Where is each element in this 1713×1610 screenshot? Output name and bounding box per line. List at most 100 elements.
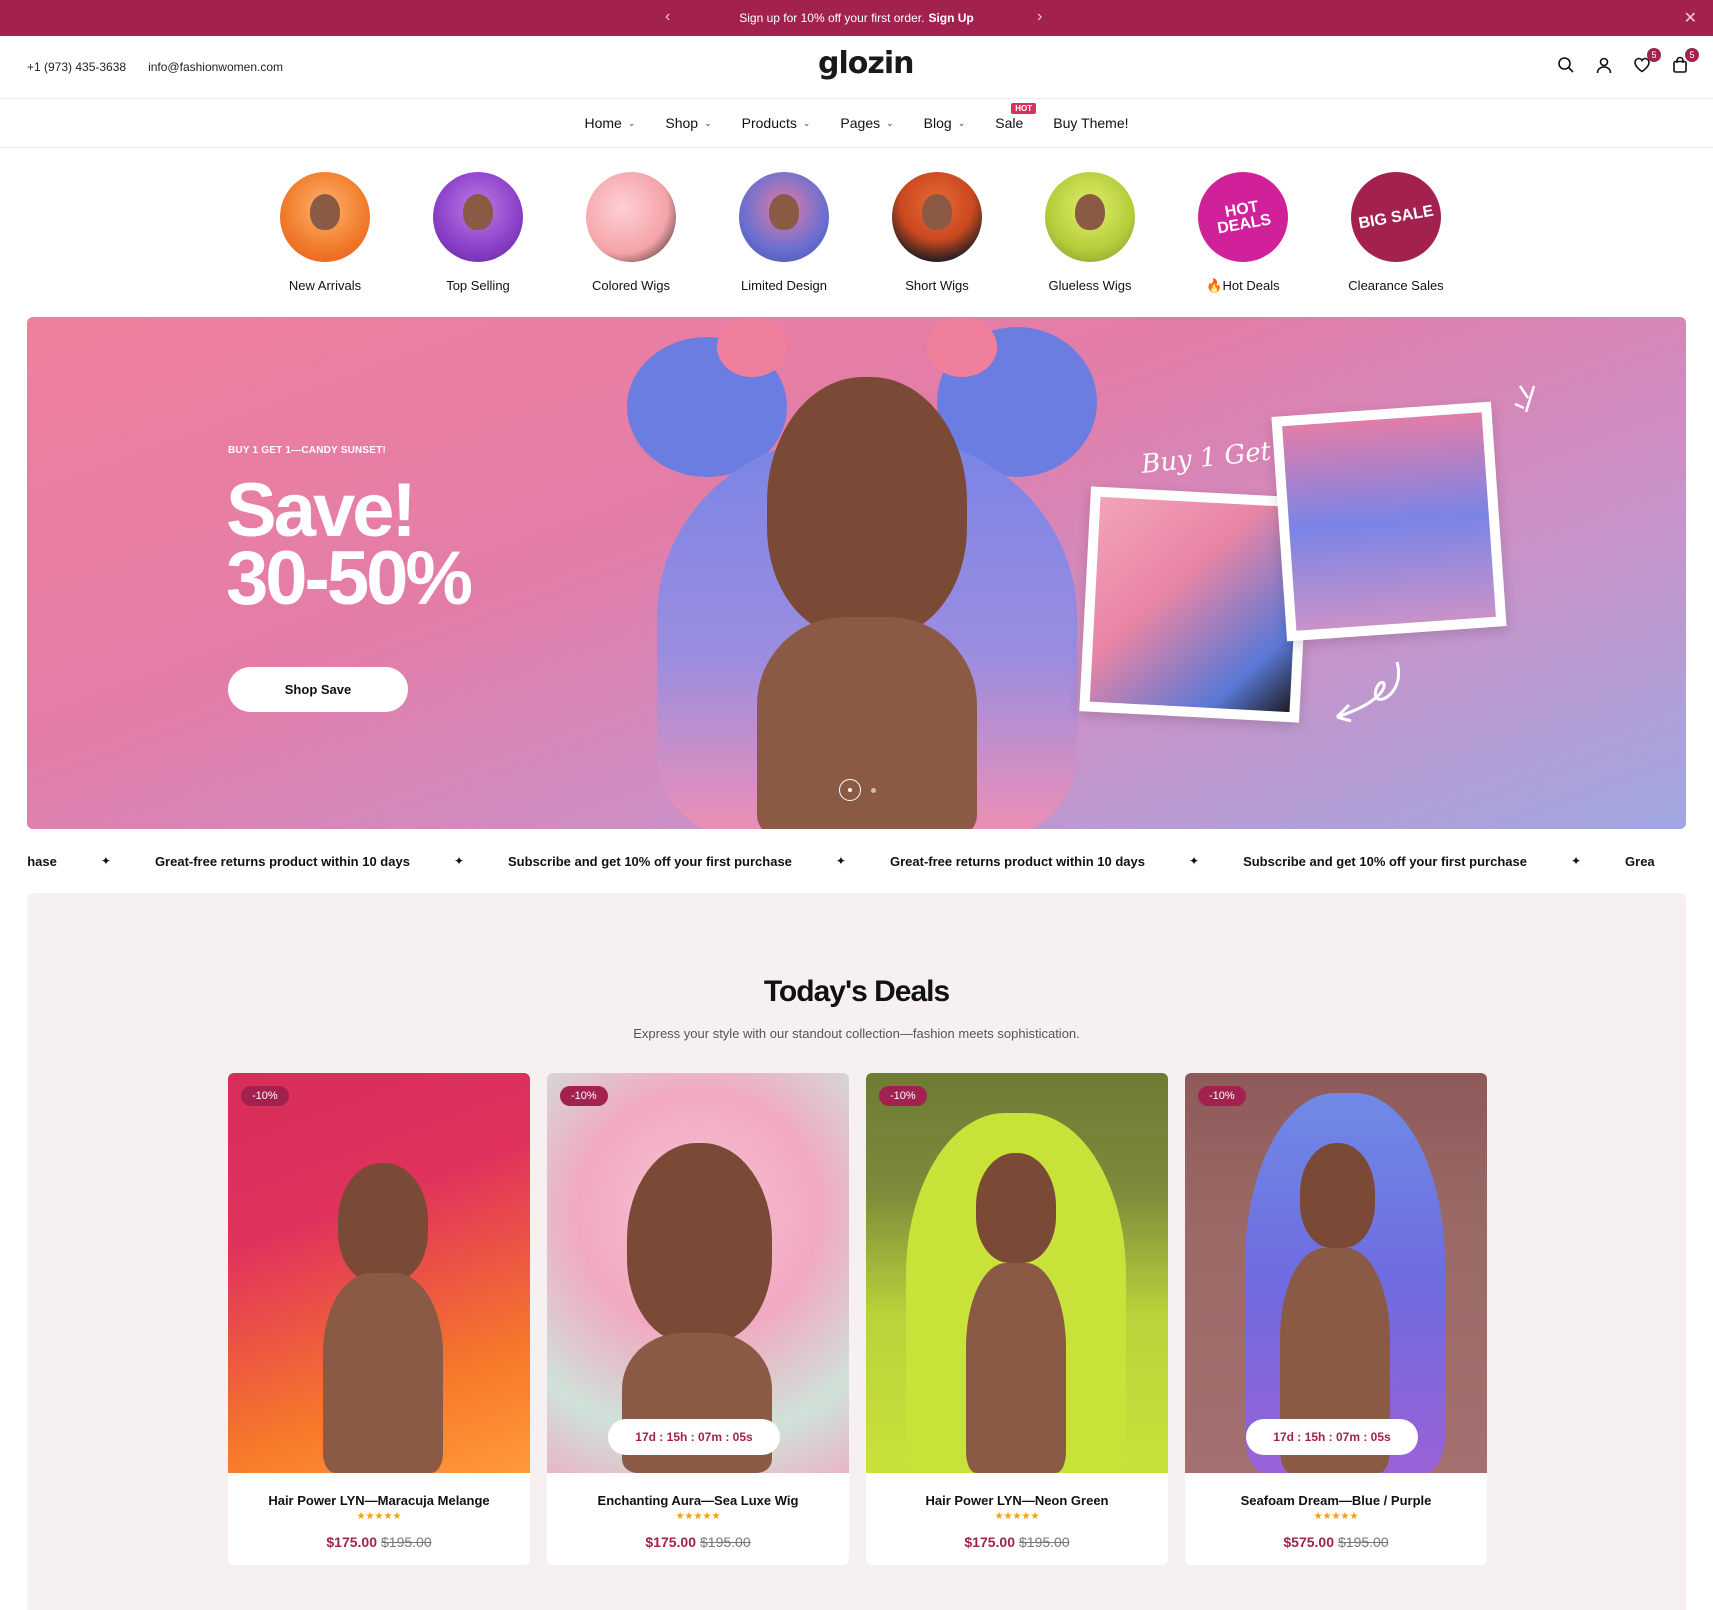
category-label: Top Selling (446, 278, 510, 293)
model-face (922, 194, 952, 230)
nav-item-pages[interactable]: Pages ⌄ (840, 115, 893, 131)
countdown-timer: 17d : 15h : 07m : 05s (1246, 1419, 1418, 1455)
rating-stars: ★★★★★ (994, 1511, 1040, 1522)
nav-label: Shop (665, 115, 699, 131)
nav-item-sale[interactable]: Sale HOT (995, 103, 1037, 131)
nav-item-products[interactable]: Products ⌄ (742, 115, 811, 131)
slider-dot-1[interactable] (839, 779, 861, 801)
product-image (228, 1073, 530, 1473)
product-image (1185, 1073, 1487, 1473)
chevron-left-icon[interactable]: ‹ (665, 8, 670, 26)
category-label: Glueless Wigs (1048, 278, 1132, 293)
nav-label: Products (741, 115, 797, 131)
site-header: +1 (973) 435-3638 info@fashionwomen.com … (0, 36, 1713, 99)
category-colored-wigs[interactable]: Colored Wigs (586, 172, 676, 294)
wishlist-icon[interactable]: 5 (1633, 48, 1661, 76)
product-card[interactable]: -10% Hair Power LYN—Neon Green ★★★★★ $17… (866, 1073, 1168, 1565)
account-icon[interactable] (1595, 56, 1615, 76)
star-icon: ✦ (453, 854, 465, 868)
nav-label: Home (584, 115, 622, 131)
announcement-text: Sign up for 10% off your first order. (739, 11, 925, 25)
star-icon: ✦ (1570, 854, 1582, 868)
product-price: $175.00 $195.00 (547, 1534, 849, 1550)
category-label: Short Wigs (905, 278, 969, 293)
product-name[interactable]: Hair Power LYN—Neon Green (866, 1493, 1168, 1508)
category-short-wigs[interactable]: Short Wigs (892, 172, 982, 294)
hero-model-image (597, 317, 1137, 829)
current-price: $175.00 (326, 1534, 377, 1550)
slider-dots (839, 779, 876, 801)
hero-headline: Save! 30-50% (226, 468, 473, 621)
shop-save-button[interactable]: Shop Save (228, 667, 408, 712)
hero-headline-line1: Save! (226, 468, 417, 553)
product-price: $175.00 $195.00 (866, 1534, 1168, 1550)
marquee-item: Great-free returns product within 10 day… (154, 853, 410, 869)
email-link[interactable]: info@fashionwomen.com (148, 60, 283, 74)
big-sale-badge: BIG SALE (1357, 202, 1435, 232)
model-face (769, 194, 799, 230)
promo-marquee: urchase ✦ Great-free returns product wit… (27, 843, 1686, 879)
category-row: New Arrivals Top Selling Colored Wigs Li… (280, 172, 1444, 294)
chevron-down-icon: ⌄ (957, 117, 966, 128)
signup-link[interactable]: Sign Up (928, 11, 973, 25)
category-label: Limited Design (741, 278, 827, 293)
product-price: $575.00 $195.00 (1185, 1534, 1487, 1550)
product-name[interactable]: Seafoam Dream—Blue / Purple (1185, 1493, 1487, 1508)
hot-badge: HOT (1011, 103, 1037, 114)
category-image (892, 172, 982, 262)
current-price: $575.00 (1283, 1534, 1334, 1550)
product-name[interactable]: Enchanting Aura—Sea Luxe Wig (547, 1493, 849, 1508)
product-card[interactable]: -10% Hair Power LYN—Maracuja Melange ★★★… (228, 1073, 530, 1565)
wishlist-badge: 5 (1647, 48, 1661, 62)
category-image: BIG SALE (1351, 172, 1441, 262)
contact-info: +1 (973) 435-3638 info@fashionwomen.com (27, 60, 283, 74)
category-label: Clearance Sales (1348, 278, 1444, 293)
product-image (547, 1073, 849, 1473)
category-clearance-sales[interactable]: BIG SALE Clearance Sales (1348, 172, 1444, 294)
hero-kicker: BUY 1 GET 1—CANDY SUNSET! (228, 445, 386, 456)
countdown-timer: 17d : 15h : 07m : 05s (608, 1419, 780, 1455)
hero-headline-line2: 30-50% (226, 536, 473, 621)
todays-deals-section: Today's Deals Express your style with ou… (27, 893, 1686, 1610)
category-limited-design[interactable]: Limited Design (739, 172, 829, 294)
old-price: $195.00 (381, 1534, 432, 1550)
close-icon[interactable]: ✕ (1684, 8, 1697, 28)
nav-label: Blog (923, 115, 952, 131)
slider-dot-2[interactable] (871, 787, 876, 793)
phone-link[interactable]: +1 (973) 435-3638 (27, 60, 126, 74)
product-name[interactable]: Hair Power LYN—Maracuja Melange (228, 1493, 530, 1508)
product-card[interactable]: -10% 17d : 15h : 07m : 05s Seafoam Dream… (1185, 1073, 1487, 1565)
product-card[interactable]: -10% 17d : 15h : 07m : 05s Enchanting Au… (547, 1073, 849, 1565)
marquee-item: Great-free returns product within 10 day… (889, 853, 1145, 869)
nav-item-buy-theme[interactable]: Buy Theme! (1053, 115, 1128, 131)
category-new-arrivals[interactable]: New Arrivals (280, 172, 370, 294)
site-logo[interactable]: glozin (818, 46, 914, 81)
category-image (280, 172, 370, 262)
old-price: $195.00 (1019, 1534, 1070, 1550)
main-nav: Home ⌄ Shop ⌄ Products ⌄ Pages ⌄ Blog ⌄ Sale H… (0, 99, 1713, 148)
category-label: New Arrivals (288, 278, 362, 293)
chevron-right-icon[interactable]: › (1037, 8, 1042, 26)
category-top-selling[interactable]: Top Selling (433, 172, 523, 294)
announcement-bar: ‹ Sign up for 10% off your first order. … (0, 0, 1713, 36)
hot-deals-badge: HOT DEALS (1216, 198, 1273, 238)
hero-stamp-photo-1 (1079, 486, 1311, 723)
nav-item-shop[interactable]: Shop ⌄ (665, 115, 711, 131)
marquee-item: Subscribe and get 10% off your first pur… (508, 853, 792, 869)
nav-item-home[interactable]: Home ⌄ (584, 115, 635, 131)
chevron-down-icon: ⌄ (627, 117, 636, 128)
rating-stars: ★★★★★ (356, 1511, 402, 1522)
curly-arrow-icon (1335, 661, 1401, 723)
section-title: Today's Deals (763, 975, 950, 1008)
marquee-item: Grea (1625, 853, 1655, 869)
star-icon: ✦ (835, 854, 846, 868)
search-icon[interactable] (1557, 56, 1577, 76)
category-glueless-wigs[interactable]: Glueless Wigs (1045, 172, 1135, 294)
product-image (866, 1073, 1168, 1473)
section-description: Express your style with our standout col… (633, 1026, 1080, 1041)
star-icon: ✦ (1189, 854, 1200, 868)
category-image (739, 172, 829, 262)
cart-icon[interactable]: 5 (1671, 48, 1699, 76)
category-hot-deals[interactable]: HOT DEALS 🔥Hot Deals (1198, 172, 1288, 294)
nav-item-blog[interactable]: Blog ⌄ (924, 115, 966, 131)
